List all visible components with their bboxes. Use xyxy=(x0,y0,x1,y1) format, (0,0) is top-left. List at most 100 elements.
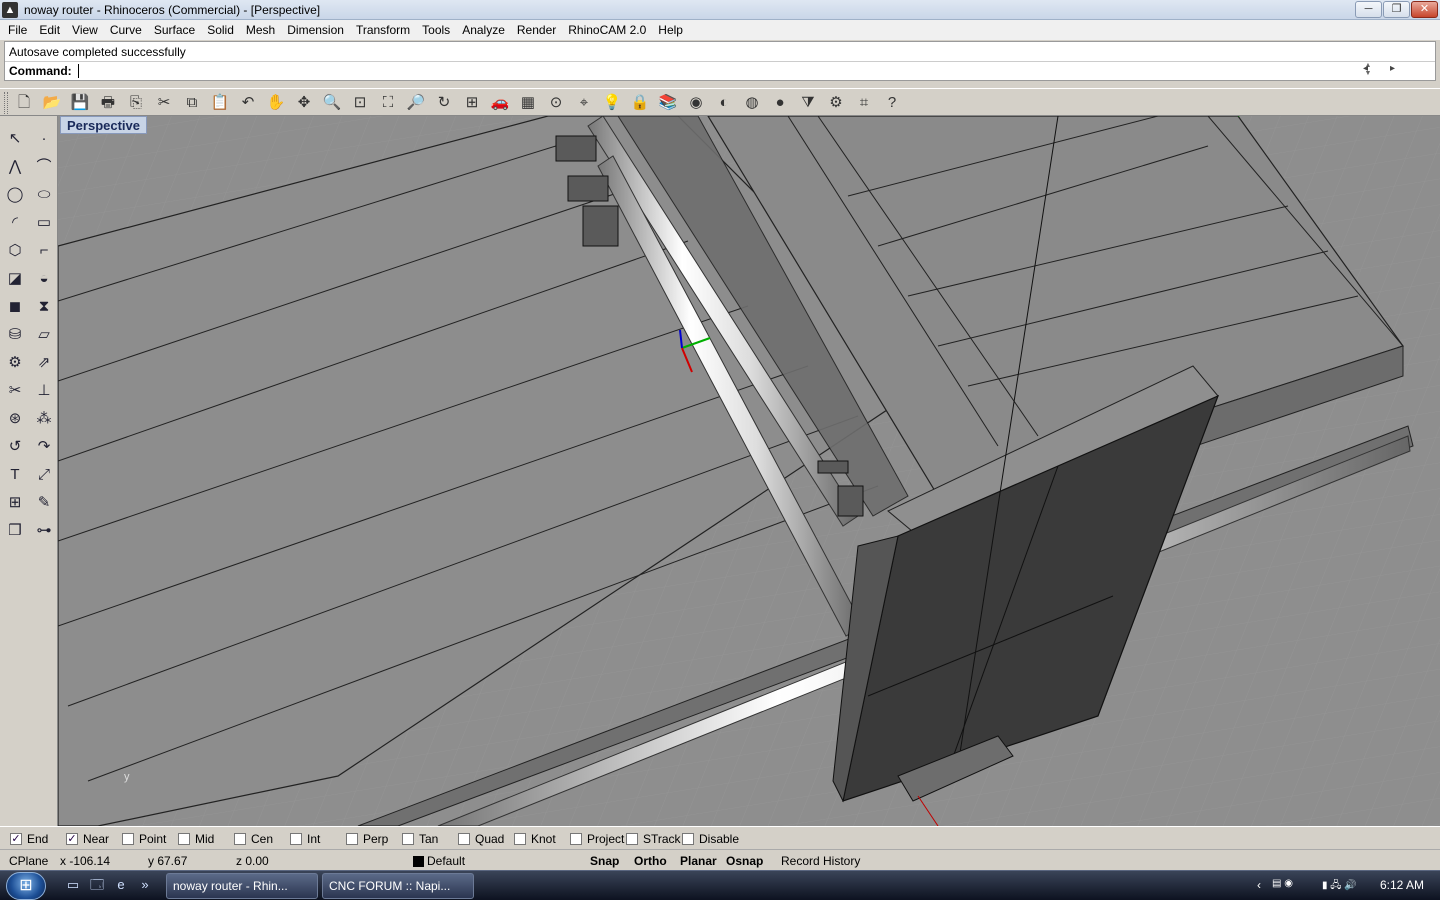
print-icon[interactable]: 🖶 xyxy=(96,92,120,114)
array-icon[interactable]: ⊞ xyxy=(2,490,28,516)
osnap-project-checkbox[interactable] xyxy=(570,833,582,845)
osnap-point-checkbox[interactable] xyxy=(122,833,134,845)
osnap-near[interactable]: ✓ Near xyxy=(66,832,109,846)
point-icon[interactable]: · xyxy=(31,126,57,152)
wire-sphere-icon[interactable]: ◍ xyxy=(740,92,764,114)
scene-3d[interactable]: y xyxy=(58,116,1440,826)
plane-icon[interactable]: ▱ xyxy=(31,322,57,348)
boolean-icon[interactable]: ⧗ xyxy=(31,294,57,320)
osnap-near-checkbox[interactable]: ✓ xyxy=(66,833,78,845)
text-icon[interactable]: T xyxy=(2,462,28,488)
polygon-icon[interactable]: ⬡ xyxy=(2,238,28,264)
ie-icon[interactable]: e xyxy=(112,877,130,893)
osnap-strack[interactable]: STrack xyxy=(626,832,681,846)
undo-icon[interactable]: ↶ xyxy=(236,92,260,114)
rotate-view-icon[interactable]: ↻ xyxy=(432,92,456,114)
maximize-button[interactable]: ❐ xyxy=(1383,1,1410,18)
show-desktop-icon[interactable]: ▭ xyxy=(64,877,82,893)
menu-help[interactable]: Help xyxy=(652,20,689,40)
explorer-icon[interactable]: 🗔 xyxy=(88,877,106,893)
osnap-int-checkbox[interactable] xyxy=(290,833,302,845)
zoom-window-icon[interactable]: ⊡ xyxy=(348,92,372,114)
osnap-end[interactable]: ✓ End xyxy=(10,832,48,846)
mesh-icon[interactable]: ⚙ xyxy=(2,350,28,376)
render-sphere-icon[interactable]: ● xyxy=(768,92,792,114)
rhino-app-icon[interactable]: ▲ xyxy=(2,1,18,18)
grid-icon[interactable]: ▦ xyxy=(516,92,540,114)
command-input[interactable] xyxy=(78,64,79,78)
osnap-end-checkbox[interactable]: ✓ xyxy=(10,833,22,845)
tray-icons[interactable]: ▤ ◉ xyxy=(1272,878,1293,889)
pan-icon[interactable]: ✋ xyxy=(264,92,288,114)
move-view-icon[interactable]: ✥ xyxy=(292,92,316,114)
menu-dimension[interactable]: Dimension xyxy=(281,20,350,40)
menu-view[interactable]: View xyxy=(66,20,104,40)
box-icon[interactable]: ◼ xyxy=(2,294,28,320)
color-wheel-icon[interactable]: ◉ xyxy=(684,92,708,114)
open-icon[interactable]: 📂 xyxy=(40,92,64,114)
start-button[interactable]: ⊞ xyxy=(6,872,46,900)
menu-file[interactable]: File xyxy=(2,20,33,40)
osnap-project[interactable]: Project xyxy=(570,832,624,846)
tray-system-icons[interactable]: ▮ 🖧 🔊 xyxy=(1322,878,1357,895)
paste-icon[interactable]: 📋 xyxy=(208,92,232,114)
zoom-icon[interactable]: 🔍 xyxy=(320,92,344,114)
viewport-title[interactable]: Perspective xyxy=(60,116,147,134)
copy-icon[interactable]: ⧉ xyxy=(180,92,204,114)
osnap-cen[interactable]: Cen xyxy=(234,832,273,846)
osnap-mid-checkbox[interactable] xyxy=(178,833,190,845)
edit-icon[interactable]: ✎ xyxy=(31,490,57,516)
dimension-icon[interactable]: ⌗ xyxy=(852,92,876,114)
planar-toggle[interactable]: Planar xyxy=(680,854,717,868)
zoom-extents-icon[interactable]: ⛶ xyxy=(376,92,400,114)
ellipse-icon[interactable]: ⬭ xyxy=(31,182,57,208)
point-icon[interactable]: ⊙ xyxy=(544,92,568,114)
more-icon[interactable]: » xyxy=(136,877,154,893)
extrude-icon[interactable]: ⇗ xyxy=(31,350,57,376)
help-icon[interactable]: ? xyxy=(880,92,904,114)
menu-render[interactable]: Render xyxy=(511,20,562,40)
settings-icon[interactable]: ⚙ xyxy=(824,92,848,114)
osnap-disable[interactable]: Disable xyxy=(682,832,739,846)
polyline-icon[interactable]: ⋀ xyxy=(2,154,28,180)
trim-icon[interactable]: ✂ xyxy=(2,378,28,404)
car-icon[interactable]: 🚗 xyxy=(488,92,512,114)
osnap-disable-checkbox[interactable] xyxy=(682,833,694,845)
osnap-tan[interactable]: Tan xyxy=(402,832,438,846)
menu-tools[interactable]: Tools xyxy=(416,20,456,40)
layer-icon[interactable]: 📚 xyxy=(656,92,680,114)
command-scroll-arrows[interactable]: ◂▸ xyxy=(1363,63,1417,74)
explode-icon[interactable]: ⁂ xyxy=(31,406,57,432)
scale-icon[interactable]: ⤢ xyxy=(31,462,57,488)
osnap-int[interactable]: Int xyxy=(290,832,320,846)
osnap-toggle[interactable]: Osnap xyxy=(726,854,763,868)
osnap-knot-checkbox[interactable] xyxy=(514,833,526,845)
select-icon[interactable]: ↖ xyxy=(2,126,28,152)
split-icon[interactable]: ⊥ xyxy=(31,378,57,404)
zoom-selected-icon[interactable]: 🔎 xyxy=(404,92,428,114)
fillet-icon[interactable]: ⌐ xyxy=(31,238,57,264)
taskbar-forum-button[interactable]: CNC FORUM :: Napi... xyxy=(322,873,474,899)
osnap-perp-checkbox[interactable] xyxy=(346,833,358,845)
menu-rhinocam-2-0[interactable]: RhinoCAM 2.0 xyxy=(562,20,652,40)
tray-expand-icon[interactable]: ‹ xyxy=(1257,878,1261,892)
shade-icon[interactable]: ◐ xyxy=(712,92,736,114)
save-icon[interactable]: 💾 xyxy=(68,92,92,114)
osnap-tan-checkbox[interactable] xyxy=(402,833,414,845)
cplane-label[interactable]: CPlane xyxy=(9,854,48,868)
clock[interactable]: 6:12 AM xyxy=(1380,878,1424,892)
new-icon[interactable]: 🗋 xyxy=(12,92,36,114)
record-history-toggle[interactable]: Record History xyxy=(781,854,860,868)
rectangle-icon[interactable]: ▭ xyxy=(31,210,57,236)
osnap-strack-checkbox[interactable] xyxy=(626,833,638,845)
osnap-quad[interactable]: Quad xyxy=(458,832,504,846)
menu-transform[interactable]: Transform xyxy=(350,20,416,40)
cylinder-icon[interactable]: ⛁ xyxy=(2,322,28,348)
light-icon[interactable]: 💡 xyxy=(600,92,624,114)
snap-icon[interactable]: ⌖ xyxy=(572,92,596,114)
solid-box-icon[interactable]: ❒ xyxy=(2,518,28,544)
perspective-viewport[interactable]: y Perspective xyxy=(58,116,1440,826)
menu-surface[interactable]: Surface xyxy=(148,20,201,40)
menu-analyze[interactable]: Analyze xyxy=(456,20,511,40)
osnap-quad-checkbox[interactable] xyxy=(458,833,470,845)
